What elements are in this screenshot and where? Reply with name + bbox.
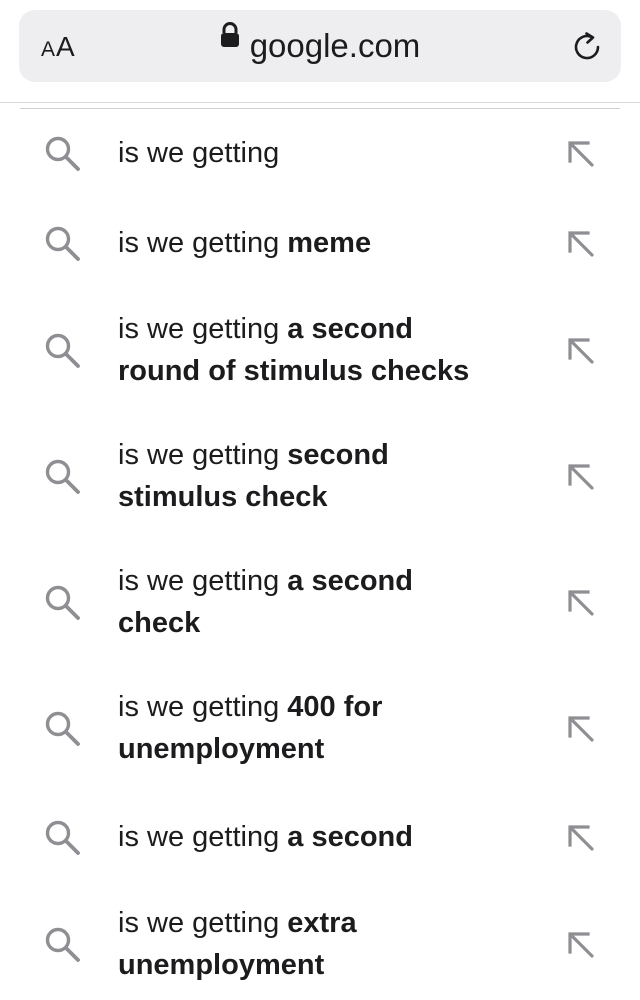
suggestion-prefix: is we getting: [118, 137, 280, 169]
suggestion-prefix: is we getting: [118, 907, 280, 939]
suggestion-completion: meme: [287, 227, 372, 259]
arrow-up-left-icon[interactable]: [566, 823, 596, 853]
suggestion-row[interactable]: is we getting a second: [0, 816, 640, 860]
search-icon: [44, 710, 82, 748]
search-icon: [44, 458, 82, 496]
suggestion-prefix: is we getting: [118, 313, 280, 345]
url-field[interactable]: google.com: [19, 22, 621, 66]
search-icon: [44, 225, 82, 263]
suggestion-row[interactable]: is we getting meme: [0, 222, 640, 266]
divider: [20, 108, 620, 109]
suggestion-text: is we getting extra unemployment: [118, 902, 538, 986]
url-text: google.com: [249, 27, 421, 64]
suggestion-row[interactable]: is we getting second stimulus check: [0, 434, 640, 520]
suggestion-completion-continued: unemployment: [118, 733, 325, 765]
suggestion-row[interactable]: is we getting: [0, 132, 640, 176]
address-bar[interactable]: AA google.com: [19, 10, 621, 82]
suggestion-completion: a second: [287, 565, 413, 597]
arrow-up-left-icon[interactable]: [566, 229, 596, 259]
suggestion-text: is we getting a second round of stimulus …: [118, 308, 538, 392]
suggestion-prefix: is we getting: [118, 691, 280, 723]
suggestion-completion: extra: [287, 907, 357, 939]
suggestion-row[interactable]: is we getting 400 for unemployment: [0, 686, 640, 772]
arrow-up-left-icon[interactable]: [566, 714, 596, 744]
arrow-up-left-icon[interactable]: [566, 139, 596, 169]
suggestion-text: is we getting: [118, 132, 538, 174]
suggestion-prefix: is we getting: [118, 439, 280, 471]
browser-top-bar: AA google.com: [0, 0, 640, 103]
arrow-up-left-icon[interactable]: [566, 336, 596, 366]
arrow-up-left-icon[interactable]: [566, 462, 596, 492]
search-icon: [44, 135, 82, 173]
reload-icon[interactable]: [571, 31, 603, 63]
lock-icon: [220, 22, 240, 64]
search-icon: [44, 584, 82, 622]
suggestion-completion: 400 for: [287, 691, 383, 723]
suggestion-text: is we getting a second: [118, 816, 538, 858]
arrow-up-left-icon[interactable]: [566, 588, 596, 618]
suggestion-row[interactable]: is we getting a second round of stimulus …: [0, 308, 640, 394]
suggestion-text: is we getting a second check: [118, 560, 538, 644]
suggestion-completion-continued: round of stimulus checks: [118, 355, 470, 387]
suggestion-completion: a second: [287, 821, 413, 853]
suggestion-prefix: is we getting: [118, 565, 280, 597]
search-icon: [44, 926, 82, 964]
suggestion-completion-continued: unemployment: [118, 949, 325, 981]
suggestion-completion: a second: [287, 313, 413, 345]
search-icon: [44, 819, 82, 857]
suggestion-completion-continued: check: [118, 607, 201, 639]
suggestion-text: is we getting meme: [118, 222, 538, 264]
suggestion-text: is we getting second stimulus check: [118, 434, 538, 518]
suggestion-completion-continued: stimulus check: [118, 481, 328, 513]
search-icon: [44, 332, 82, 370]
suggestion-prefix: is we getting: [118, 227, 280, 259]
suggestion-prefix: is we getting: [118, 821, 280, 853]
suggestion-row[interactable]: is we getting extra unemployment: [0, 902, 640, 988]
suggestion-completion: second: [287, 439, 389, 471]
arrow-up-left-icon[interactable]: [566, 930, 596, 960]
suggestion-row[interactable]: is we getting a second check: [0, 560, 640, 646]
suggestion-text: is we getting 400 for unemployment: [118, 686, 538, 770]
